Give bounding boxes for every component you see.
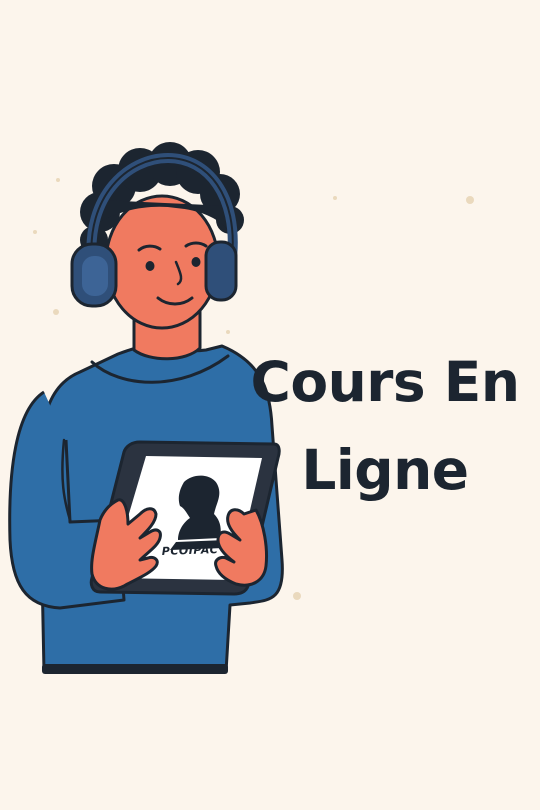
tablet-logo-text: PCOIPAC — [161, 543, 219, 558]
poster: PCOIPAC Cours En Ligne — [0, 0, 540, 810]
headline: Cours En Ligne — [240, 338, 530, 514]
headline-line-2: Ligne — [301, 438, 469, 502]
headline-line-1: Cours En — [250, 350, 520, 414]
